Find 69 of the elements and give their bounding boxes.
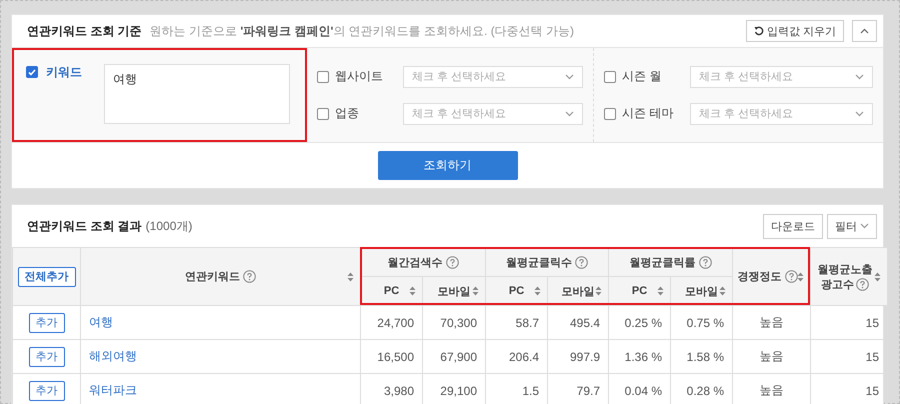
filter-label: 웹사이트	[335, 68, 384, 85]
reset-button[interactable]: 입력값 지우기	[746, 20, 844, 42]
sort-icon[interactable]	[657, 286, 664, 296]
keyword-label: 키워드	[46, 64, 83, 80]
checkbox[interactable]	[604, 108, 616, 120]
add-button[interactable]: 추가	[28, 380, 64, 400]
column-header[interactable]: 연관키워드	[80, 248, 360, 306]
table-cell: 24,700	[360, 306, 422, 340]
keyword-link[interactable]: 여행	[89, 315, 113, 329]
sort-icon[interactable]	[797, 272, 804, 282]
filter-button[interactable]: 필터	[827, 214, 877, 238]
panel-subtitle: 원하는 기준으로 '파워링크 캠페인'의 연관키워드를 조회하세요. (다중선택 가능)	[150, 22, 576, 40]
keyword-link[interactable]: 해외여행	[89, 349, 137, 363]
sort-icon[interactable]	[595, 286, 602, 296]
table-cell: 1.36 %	[608, 340, 670, 374]
table-cell: 0.25 %	[608, 306, 670, 340]
column-group-header: 월평균클릭수	[486, 248, 608, 276]
help-icon[interactable]	[575, 256, 588, 268]
table-cell: 997.9	[548, 340, 608, 374]
table-cell: 495.4	[548, 306, 608, 340]
table-cell: 높음	[732, 306, 810, 340]
panel-title: 연관키워드 조회 결과	[27, 218, 142, 234]
checkbox[interactable]	[604, 70, 616, 82]
panel-title: 연관키워드 조회 기준	[27, 22, 142, 40]
chevron-down-icon	[565, 74, 574, 80]
checkbox[interactable]	[317, 70, 329, 82]
checkbox[interactable]	[26, 66, 38, 78]
chevron-down-icon	[855, 110, 864, 116]
chevron-down-icon	[860, 223, 869, 229]
keyword-input[interactable]: 여행	[104, 64, 290, 124]
help-icon[interactable]	[243, 270, 256, 283]
add-button[interactable]: 추가	[28, 346, 64, 366]
chevron-up-icon	[860, 28, 869, 34]
table-cell: 0.75 %	[670, 306, 732, 340]
sort-icon[interactable]	[719, 286, 726, 296]
sort-icon[interactable]	[347, 272, 354, 282]
column-group-header: 월간검색수	[360, 248, 486, 276]
chevron-down-icon	[565, 110, 574, 116]
chevron-down-icon	[855, 74, 864, 80]
table-cell: 70,300	[422, 306, 486, 340]
result-count: (1000개)	[146, 218, 194, 234]
sort-icon[interactable]	[874, 272, 881, 282]
keyword-link[interactable]: 워터파크	[89, 383, 137, 397]
refresh-icon	[754, 26, 764, 36]
help-icon[interactable]	[698, 256, 712, 268]
add-button[interactable]: 추가	[28, 312, 64, 332]
table-cell: 1.58 %	[670, 340, 732, 374]
search-button[interactable]: 조회하기	[378, 151, 518, 180]
column-group-header: 월평균클릭률	[608, 248, 732, 276]
checkbox[interactable]	[317, 108, 329, 120]
help-icon[interactable]	[856, 278, 869, 290]
filter-label: 업종	[335, 105, 360, 122]
table-cell: 67,900	[422, 340, 486, 374]
table-cell: 58.7	[486, 306, 548, 340]
help-icon[interactable]	[784, 270, 798, 283]
add-all-button[interactable]: 전체추가	[18, 266, 76, 286]
sort-icon[interactable]	[409, 286, 416, 296]
filter-label: 시즌 테마	[622, 105, 674, 122]
column-header[interactable]: 경쟁정도	[732, 248, 810, 306]
check-icon	[28, 68, 36, 76]
sort-icon[interactable]	[472, 286, 479, 296]
table-cell: 높음	[732, 340, 810, 374]
download-button[interactable]: 다운로드	[763, 214, 823, 238]
help-icon[interactable]	[446, 256, 458, 268]
table-cell: 206.4	[486, 340, 548, 374]
table-cell: 16,500	[360, 340, 422, 374]
filter-label: 시즌 월	[622, 68, 662, 85]
column-header[interactable]: 월평균노출 광고수	[810, 248, 888, 306]
sort-icon[interactable]	[534, 286, 541, 296]
